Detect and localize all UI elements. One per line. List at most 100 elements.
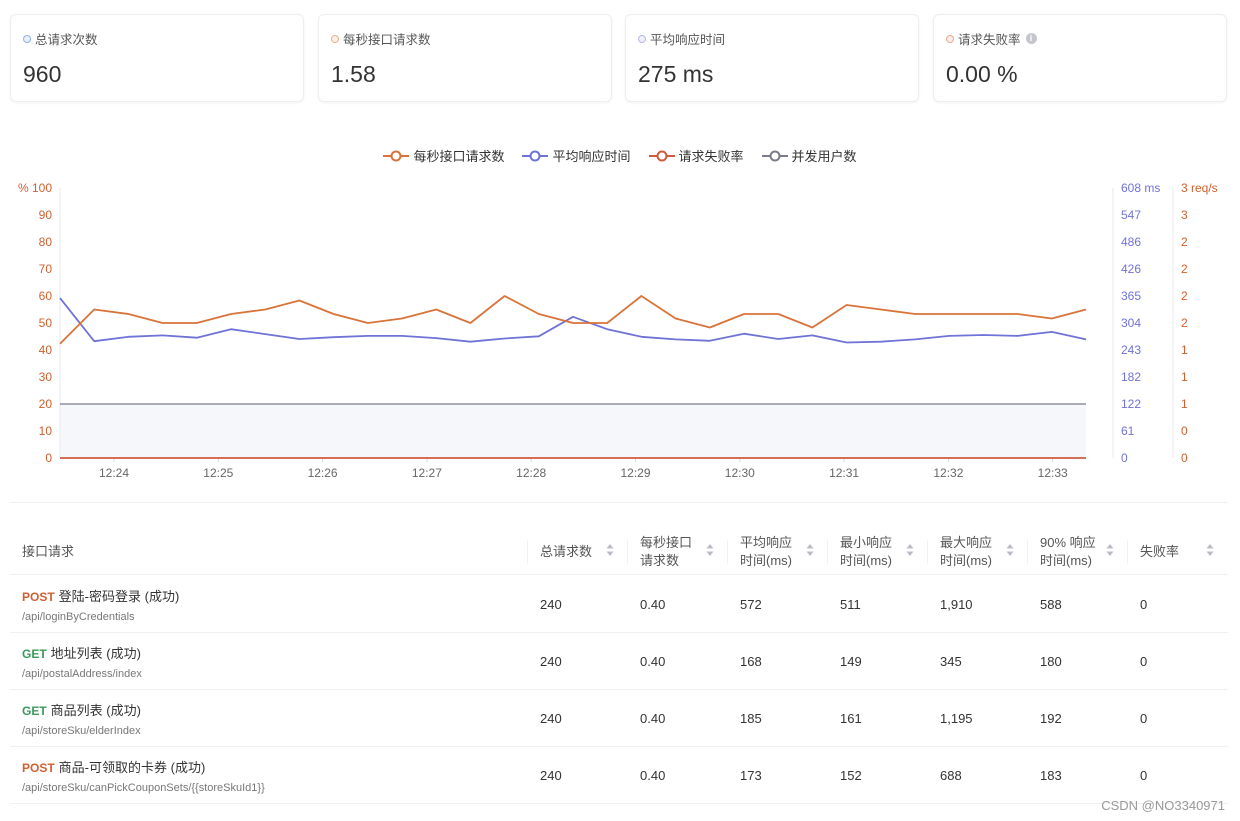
right-axis-tick-label: 3 bbox=[1181, 208, 1188, 222]
left-axis-tick-label: % 100 bbox=[18, 181, 52, 195]
mid-axis-tick-label: 426 bbox=[1121, 262, 1141, 276]
stat-label: 每秒接口请求数 bbox=[343, 33, 431, 47]
mid-axis-tick-label: 122 bbox=[1121, 397, 1141, 411]
mid-axis-tick-label: 304 bbox=[1121, 316, 1141, 330]
x-axis-tick-label: 12:32 bbox=[933, 466, 963, 480]
sort-icon[interactable] bbox=[1106, 543, 1114, 557]
right-axis-tick-label: 2 bbox=[1181, 316, 1188, 330]
table-cell: 0.40 bbox=[640, 597, 666, 612]
stat-value: 960 bbox=[23, 61, 62, 87]
legend-label: 并发用户数 bbox=[791, 149, 857, 164]
table-cell: 180 bbox=[1040, 654, 1062, 669]
left-axis-tick-label: 20 bbox=[39, 397, 53, 411]
table-cell: 183 bbox=[1040, 768, 1062, 783]
users-area-fill bbox=[60, 404, 1086, 458]
mid-axis-tick-label: 243 bbox=[1121, 343, 1141, 357]
x-axis-tick-label: 12:24 bbox=[99, 466, 129, 480]
column-header-rps[interactable]: 每秒接口 请求数 bbox=[627, 530, 728, 574]
right-axis-tick-label: 0 bbox=[1181, 451, 1188, 465]
mid-axis-tick-label: 0 bbox=[1121, 451, 1128, 465]
column-header-p90[interactable]: 90% 响应 时间(ms) bbox=[1027, 530, 1128, 574]
right-axis-tick-label: 0 bbox=[1181, 424, 1188, 438]
stat-value: 0.00 % bbox=[946, 61, 1018, 87]
column-header-total[interactable]: 总请求数 bbox=[527, 530, 628, 574]
legend-item-users[interactable]: 并发用户数 bbox=[761, 146, 857, 165]
table-header: 接口请求 总请求数 每秒接口 请求数 平均响应 时间(ms) 最小响应 时间(m… bbox=[10, 530, 1228, 575]
section-divider bbox=[10, 502, 1228, 503]
api-path: /api/loginByCredentials bbox=[22, 611, 135, 623]
column-header-min[interactable]: 最小响应 时间(ms) bbox=[827, 530, 928, 574]
legend-item-avg-response[interactable]: 平均响应时间 bbox=[522, 146, 631, 165]
table-cell: 0 bbox=[1140, 597, 1148, 612]
x-axis-tick-label: 12:33 bbox=[1038, 466, 1068, 480]
mid-axis-tick-label: 365 bbox=[1121, 289, 1141, 303]
table-cell: 511 bbox=[840, 597, 861, 612]
mid-axis-tick-label: 61 bbox=[1121, 424, 1135, 438]
table-row[interactable]: GET 地址列表 (成功) /api/postalAddress/index 240 0… bbox=[10, 633, 1228, 690]
table-cell: 0.40 bbox=[640, 768, 666, 783]
x-axis-tick-label: 12:28 bbox=[516, 466, 546, 480]
table-cell: 0.40 bbox=[640, 654, 666, 669]
legend-label: 平均响应时间 bbox=[552, 149, 631, 164]
http-method-badge: POST bbox=[22, 761, 55, 775]
column-header-max[interactable]: 最大响应 时间(ms) bbox=[927, 530, 1028, 574]
column-header-failure[interactable]: 失败率 bbox=[1127, 530, 1228, 574]
stat-label: 请求失败率 bbox=[958, 33, 1021, 47]
table-cell: 688 bbox=[940, 768, 962, 783]
api-title: 登陆-密码登录 (成功) bbox=[58, 589, 180, 604]
sort-icon[interactable] bbox=[1206, 543, 1214, 557]
table-cell: 0.40 bbox=[640, 711, 666, 726]
stat-card-total-requests: 总请求次数 960 bbox=[10, 14, 304, 102]
stat-value: 275 ms bbox=[638, 61, 714, 87]
table-cell: 192 bbox=[1040, 711, 1062, 726]
table-cell: 0 bbox=[1140, 654, 1148, 669]
stat-label: 总请求次数 bbox=[35, 33, 98, 47]
api-name: POST 登陆-密码登录 (成功) bbox=[22, 586, 179, 605]
stat-value: 1.58 bbox=[331, 61, 376, 87]
right-axis-tick-label: 3 req/s bbox=[1181, 181, 1218, 195]
chart-legend: 每秒接口请求数 平均响应时间 请求失败率 并发用户数 bbox=[0, 146, 1240, 165]
left-axis-tick-label: 50 bbox=[39, 316, 53, 330]
info-icon[interactable]: i bbox=[1025, 33, 1037, 44]
api-title: 商品-可领取的卡券 (成功) bbox=[58, 760, 206, 775]
stat-card-requests-per-second: 每秒接口请求数 1.58 bbox=[318, 14, 612, 102]
legend-dot-icon bbox=[638, 34, 646, 43]
mid-axis-tick-label: 547 bbox=[1121, 208, 1141, 222]
table-cell: 572 bbox=[740, 597, 762, 612]
table-cell: 240 bbox=[540, 711, 562, 726]
legend-item-rps[interactable]: 每秒接口请求数 bbox=[383, 146, 504, 165]
right-axis-tick-label: 2 bbox=[1181, 235, 1188, 249]
x-axis-tick-label: 12:26 bbox=[308, 466, 338, 480]
sort-icon[interactable] bbox=[906, 543, 914, 557]
sort-icon[interactable] bbox=[706, 543, 714, 557]
performance-chart: 0 0 0 10 61 0 20 122 1 30 182 1 40 243 1 50 304 2 60 365 2 70… bbox=[18, 181, 1218, 480]
table-cell: 168 bbox=[740, 654, 762, 669]
table-row[interactable]: POST 登陆-密码登录 (成功) /api/loginByCredentials 2… bbox=[10, 576, 1228, 633]
table-cell: 1,195 bbox=[940, 711, 973, 726]
legend-line-icon bbox=[648, 150, 675, 161]
legend-item-failure-rate[interactable]: 请求失败率 bbox=[648, 146, 744, 165]
table-cell: 1,910 bbox=[940, 597, 973, 612]
api-title: 地址列表 (成功) bbox=[50, 646, 141, 661]
column-header-avg[interactable]: 平均响应 时间(ms) bbox=[727, 530, 828, 574]
api-title: 商品列表 (成功) bbox=[50, 703, 141, 718]
watermark: CSDN @NO3340971 bbox=[1101, 798, 1225, 813]
sort-icon[interactable] bbox=[606, 543, 614, 557]
left-axis-tick-label: 80 bbox=[39, 235, 53, 249]
x-axis-tick-label: 12:27 bbox=[412, 466, 442, 480]
table-cell: 152 bbox=[840, 768, 862, 783]
api-name: GET 地址列表 (成功) bbox=[22, 643, 141, 662]
sort-icon[interactable] bbox=[1006, 543, 1014, 557]
mid-axis-tick-label: 486 bbox=[1121, 235, 1141, 249]
table-cell: 240 bbox=[540, 597, 562, 612]
api-path: /api/postalAddress/index bbox=[22, 668, 142, 680]
sort-icon[interactable] bbox=[806, 543, 814, 557]
left-axis-tick-label: 40 bbox=[39, 343, 53, 357]
table-cell: 173 bbox=[740, 768, 762, 783]
legend-line-icon bbox=[761, 150, 788, 161]
table-row[interactable]: GET 商品列表 (成功) /api/storeSku/elderIndex 240 0… bbox=[10, 690, 1228, 747]
legend-dot-icon bbox=[331, 34, 339, 43]
table-row[interactable]: POST 商品-可领取的卡券 (成功) /api/storeSku/canPickC… bbox=[10, 747, 1228, 804]
x-axis-tick-label: 12:30 bbox=[725, 466, 755, 480]
x-axis-tick-label: 12:25 bbox=[203, 466, 233, 480]
